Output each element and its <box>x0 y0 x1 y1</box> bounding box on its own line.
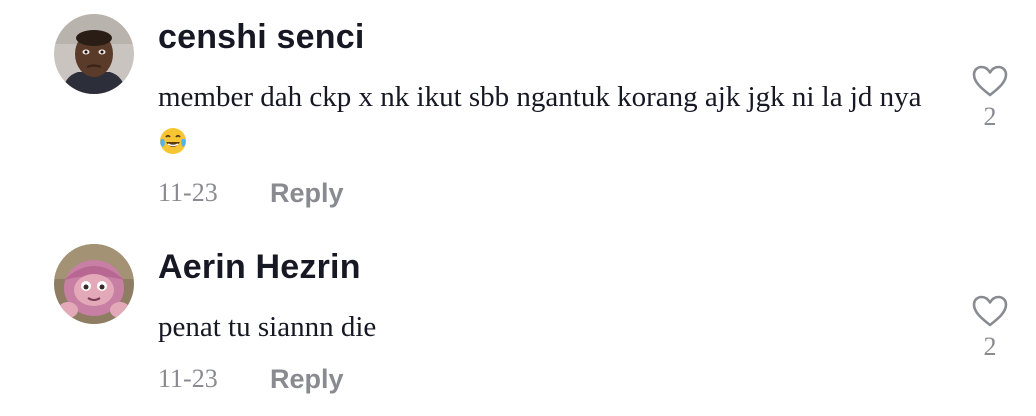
comment-text-body: member dah ckp x nk ikut sbb ngantuk kor… <box>158 81 922 113</box>
like-count: 2 <box>983 332 997 361</box>
heart-outline-icon <box>972 295 1008 327</box>
comment-text: member dah ckp x nk ikut sbb ngantuk kor… <box>158 74 938 170</box>
comment-text-body: penat tu siannn die <box>158 311 377 343</box>
comment-item: censhi senci member dah ckp x nk ikut sb… <box>0 0 1036 230</box>
like-count: 2 <box>983 102 997 131</box>
user-avatar[interactable] <box>54 14 134 94</box>
like-button[interactable]: 2 <box>966 294 1014 362</box>
face-with-tears-of-joy-icon <box>158 124 188 170</box>
heart-outline-icon <box>972 65 1008 97</box>
comment-username[interactable]: censhi senci <box>158 18 365 57</box>
comment-date: 11-23 <box>158 364 218 393</box>
comment-item: Aerin Hezrin penat tu siannn die 11-23 R… <box>0 230 1036 416</box>
comment-username[interactable]: Aerin Hezrin <box>158 248 361 287</box>
user-avatar[interactable] <box>54 244 134 324</box>
comment-date: 11-23 <box>158 178 218 207</box>
reply-button[interactable]: Reply <box>270 178 344 209</box>
avatar-man-photo-icon <box>54 14 134 94</box>
reply-button[interactable]: Reply <box>270 364 344 395</box>
avatar-pink-character-photo-icon <box>54 244 134 324</box>
comment-text: penat tu siannn die <box>158 304 938 350</box>
like-button[interactable]: 2 <box>966 64 1014 132</box>
